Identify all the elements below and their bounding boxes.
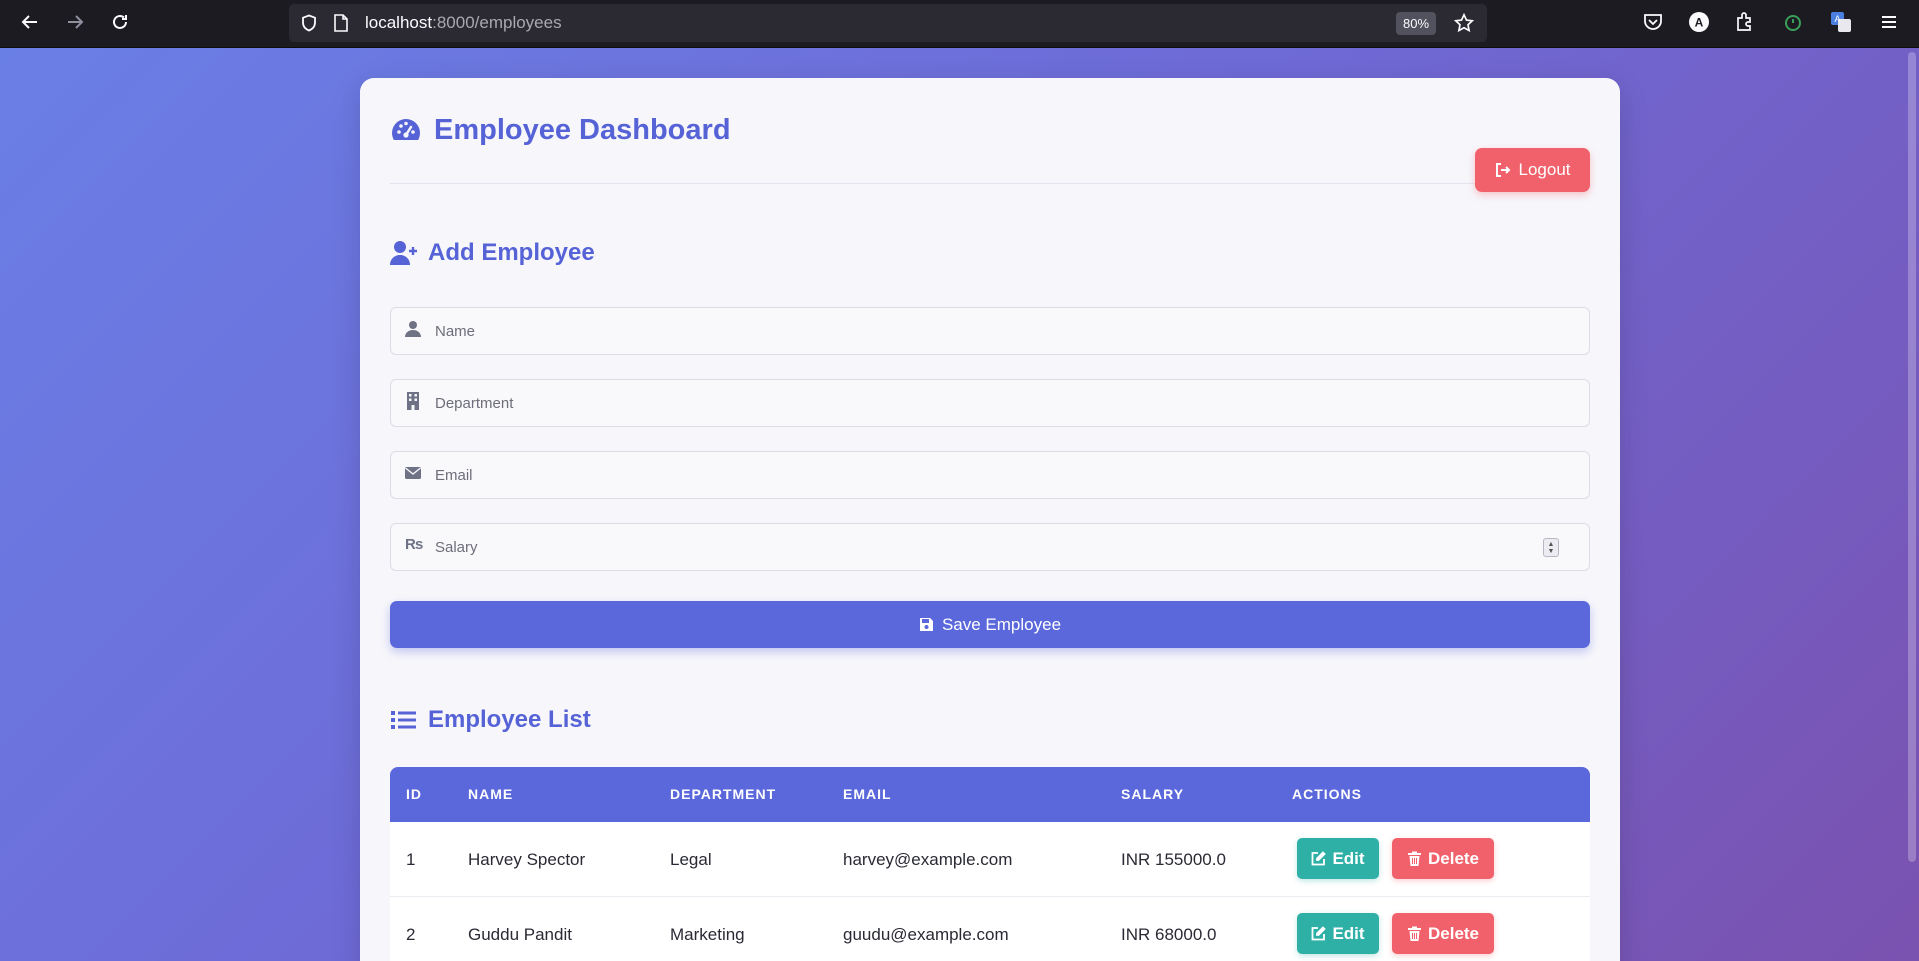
page-title: Employee Dashboard <box>390 114 731 147</box>
reload-button[interactable] <box>104 6 136 38</box>
edit-button[interactable]: Edit <box>1297 913 1379 954</box>
cell-name: Harvey Spector <box>468 850 586 869</box>
edit-icon <box>1312 926 1327 941</box>
column-header-actions: ACTIONS <box>1292 786 1362 802</box>
edit-label: Edit <box>1332 923 1365 943</box>
column-header-id: ID <box>406 786 422 802</box>
add-employee-title: Add Employee <box>428 239 595 266</box>
save-employee-label: Save Employee <box>941 614 1062 634</box>
arrow-left-icon <box>21 15 37 29</box>
reload-icon <box>113 14 127 29</box>
scrollbar-thumb[interactable] <box>1908 52 1916 862</box>
trash-icon <box>1407 926 1421 941</box>
salary-input[interactable] <box>435 524 1535 570</box>
column-header-email: EMAIL <box>843 786 892 802</box>
cell-salary: INR 68000.0 <box>1121 925 1217 944</box>
browser-toolbar: localhost:8000/employees 80% A A <box>0 0 1919 48</box>
cell-id: 2 <box>406 925 416 944</box>
employee-list-title: Employee List <box>428 706 591 733</box>
cell-id: 1 <box>406 850 416 869</box>
name-field[interactable] <box>390 307 1590 355</box>
url-path: :8000/employees <box>432 13 562 32</box>
svg-text:A: A <box>1695 16 1704 30</box>
forward-button[interactable] <box>59 6 91 38</box>
save-employee-button[interactable]: Save Employee <box>390 601 1590 648</box>
arrow-right-icon <box>68 15 84 29</box>
employee-table: ID NAME DEPARTMENT EMAIL SALARY ACTIONS … <box>390 767 1590 961</box>
delete-button[interactable]: Delete <box>1392 913 1494 954</box>
stepper-up-icon[interactable]: ▲ <box>1548 541 1555 548</box>
rupee-icon: ₨ <box>405 536 424 553</box>
translate-icon[interactable]: A <box>1830 11 1852 38</box>
user-icon <box>405 321 421 337</box>
cell-name: Guddu Pandit <box>468 925 572 944</box>
email-field[interactable] <box>390 451 1590 499</box>
cell-email: guudu@example.com <box>843 925 1009 944</box>
logout-label: Logout <box>1518 160 1571 179</box>
sign-out-icon <box>1495 163 1510 177</box>
extensions-icon[interactable] <box>1734 11 1756 38</box>
add-employee-heading: Add Employee <box>390 239 595 267</box>
edit-icon <box>1312 851 1327 866</box>
address-bar[interactable]: localhost:8000/employees 80% <box>289 4 1487 42</box>
delete-label: Delete <box>1427 923 1480 943</box>
cell-department: Marketing <box>670 925 745 944</box>
trash-icon <box>1407 851 1421 866</box>
page-title-text: Employee Dashboard <box>434 114 731 146</box>
page-icon[interactable] <box>333 14 349 37</box>
list-icon <box>391 711 416 729</box>
back-button[interactable] <box>14 6 46 38</box>
cell-email: harvey@example.com <box>843 850 1013 869</box>
cell-salary: INR 155000.0 <box>1121 850 1226 869</box>
dashboard-header: Employee Dashboard Logout <box>390 108 1590 192</box>
bookmark-star-icon[interactable] <box>1453 12 1475 38</box>
account-icon[interactable]: A <box>1688 11 1710 38</box>
tachometer-icon <box>392 118 420 140</box>
timer-extension-icon[interactable] <box>1782 11 1804 38</box>
logout-button[interactable]: Logout <box>1475 148 1590 192</box>
building-icon <box>407 392 419 410</box>
delete-button[interactable]: Delete <box>1392 838 1494 879</box>
column-header-salary: SALARY <box>1121 786 1185 802</box>
table-row: 1 Harvey Spector Legal harvey@example.co… <box>390 822 1590 897</box>
department-field[interactable] <box>390 379 1590 427</box>
table-row: 2 Guddu Pandit Marketing guudu@example.c… <box>390 897 1590 961</box>
svg-text:A: A <box>1834 14 1840 24</box>
column-header-name: NAME <box>468 786 514 802</box>
employee-list-heading: Employee List <box>390 706 591 734</box>
salary-stepper[interactable]: ▲ ▼ <box>1543 538 1559 557</box>
page-background: Employee Dashboard Logout Add Employee ₨ <box>0 48 1919 961</box>
stepper-down-icon[interactable]: ▼ <box>1548 548 1555 555</box>
dashboard-card: Employee Dashboard Logout Add Employee ₨ <box>360 78 1620 961</box>
edit-label: Edit <box>1332 848 1365 868</box>
shield-icon[interactable] <box>300 14 318 37</box>
department-input[interactable] <box>435 380 1535 426</box>
envelope-icon <box>405 467 421 479</box>
edit-button[interactable]: Edit <box>1297 838 1379 879</box>
name-input[interactable] <box>435 308 1535 354</box>
url-text[interactable]: localhost:8000/employees <box>365 4 562 42</box>
pocket-icon[interactable] <box>1642 11 1664 38</box>
zoom-indicator[interactable]: 80% <box>1396 12 1437 35</box>
scrollbar[interactable] <box>1905 48 1919 961</box>
table-header: ID NAME DEPARTMENT EMAIL SALARY ACTIONS <box>390 767 1590 822</box>
floppy-disk-icon <box>919 618 933 631</box>
cell-department: Legal <box>670 850 712 869</box>
menu-icon[interactable] <box>1878 11 1900 38</box>
column-header-department: DEPARTMENT <box>670 786 777 802</box>
salary-field[interactable]: ₨ ▲ ▼ <box>390 523 1590 571</box>
delete-label: Delete <box>1427 848 1480 868</box>
email-input[interactable] <box>435 452 1535 498</box>
user-plus-icon <box>390 241 417 265</box>
url-host: localhost <box>365 13 433 32</box>
